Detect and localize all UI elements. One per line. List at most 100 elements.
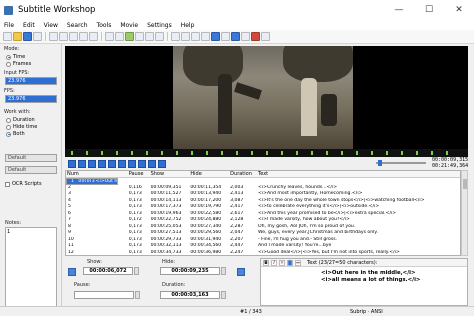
hide-spinner[interactable] bbox=[221, 267, 226, 275]
duration-label: Duration: bbox=[162, 282, 186, 288]
menu-tools[interactable]: Tools bbox=[97, 22, 112, 29]
menu-help[interactable]: Help bbox=[181, 22, 195, 29]
timeline-strip[interactable] bbox=[65, 149, 468, 157]
menu-view[interactable]: View bbox=[44, 22, 58, 29]
text-direction-icon[interactable]: ↔ bbox=[295, 259, 301, 266]
copy-icon[interactable] bbox=[59, 32, 68, 41]
search-icon[interactable] bbox=[105, 32, 114, 41]
column-header[interactable]: Num bbox=[66, 171, 128, 177]
italic-icon[interactable]: I bbox=[271, 259, 277, 266]
show-spinner[interactable] bbox=[134, 267, 139, 275]
hide-time-field[interactable]: 00:00:09,235 bbox=[160, 267, 220, 275]
set-end-icon[interactable] bbox=[128, 159, 136, 168]
save-as-icon[interactable] bbox=[33, 32, 42, 41]
new-file-icon[interactable] bbox=[3, 32, 12, 41]
menu-movie[interactable]: Movie bbox=[120, 22, 138, 29]
column-header[interactable]: Show bbox=[150, 171, 190, 177]
sort-icon[interactable] bbox=[145, 32, 154, 41]
play-icon[interactable] bbox=[68, 159, 76, 168]
timeline-marker bbox=[266, 151, 268, 155]
translate-icon[interactable] bbox=[191, 32, 200, 41]
style-select-1[interactable]: Default bbox=[5, 154, 57, 162]
pause-label: Pause: bbox=[74, 282, 91, 288]
text-line-1[interactable]: <i>Out here in the middle,</i> bbox=[321, 270, 416, 276]
volume-slider-handle[interactable] bbox=[378, 160, 382, 166]
bold-icon[interactable]: B bbox=[263, 259, 269, 266]
set-start-icon[interactable] bbox=[118, 159, 126, 168]
input-fps-select[interactable]: 23.976 bbox=[5, 77, 57, 85]
format-toolbar: B I ✕ ▇ ↔ Text (23/27=50 characters): bbox=[261, 259, 467, 267]
volume-slider[interactable] bbox=[376, 162, 426, 164]
video-icon[interactable] bbox=[241, 32, 250, 41]
subtitle-counter: #1 / 343 bbox=[240, 309, 262, 315]
split-icon[interactable] bbox=[171, 32, 180, 41]
settings-icon[interactable] bbox=[261, 32, 270, 41]
input-fps-label: Input FPS: bbox=[4, 70, 30, 76]
list-icon[interactable] bbox=[221, 32, 230, 41]
timeline-marker bbox=[146, 151, 148, 155]
fps-select[interactable]: 23.976 bbox=[5, 95, 57, 103]
video-player[interactable] bbox=[65, 46, 468, 149]
minimize-button[interactable]: — bbox=[384, 0, 414, 20]
save-icon[interactable] bbox=[23, 32, 32, 41]
menu-file[interactable]: File bbox=[4, 22, 14, 29]
pause-icon[interactable] bbox=[78, 159, 86, 168]
set-show-icon[interactable] bbox=[68, 268, 76, 276]
set-hide-icon[interactable] bbox=[237, 268, 245, 276]
toolbar-separator bbox=[167, 32, 168, 41]
video-foliage bbox=[283, 46, 353, 82]
cut-icon[interactable] bbox=[49, 32, 58, 41]
stop-icon[interactable] bbox=[88, 159, 96, 168]
join-icon[interactable] bbox=[181, 32, 190, 41]
mode-frames-radio[interactable]: Frames bbox=[6, 61, 31, 67]
replace-icon[interactable] bbox=[115, 32, 124, 41]
duration-field[interactable]: 00:00:03,163 bbox=[160, 291, 220, 299]
time-icon[interactable] bbox=[155, 32, 164, 41]
pause-field[interactable] bbox=[74, 291, 134, 299]
close-button[interactable]: ✕ bbox=[444, 0, 474, 20]
work-hide-time-radio[interactable]: Hide time bbox=[6, 124, 37, 130]
paste-icon[interactable] bbox=[69, 32, 78, 41]
column-header[interactable]: Text bbox=[257, 171, 460, 177]
menu-settings[interactable]: Settings bbox=[147, 22, 172, 29]
scrollbar-thumb[interactable] bbox=[463, 179, 467, 189]
column-header[interactable]: Duration bbox=[229, 171, 257, 177]
work-both-radio[interactable]: Both bbox=[6, 131, 25, 137]
mode-time-label: Time bbox=[13, 54, 26, 60]
forward-icon[interactable] bbox=[108, 159, 116, 168]
mode-time-radio[interactable]: Time bbox=[6, 54, 25, 60]
close-movie-icon[interactable] bbox=[251, 32, 260, 41]
format-icon[interactable] bbox=[201, 32, 210, 41]
timeline-marker bbox=[116, 151, 118, 155]
work-duration-radio[interactable]: Duration bbox=[6, 117, 35, 123]
clear-format-icon[interactable]: ✕ bbox=[279, 259, 285, 266]
rewind-icon[interactable] bbox=[98, 159, 106, 168]
style-select-2[interactable]: Default bbox=[5, 166, 57, 174]
show-time-field[interactable]: 00:00:06,072 bbox=[83, 267, 133, 275]
pause-spinner[interactable] bbox=[135, 291, 140, 299]
notes-textarea[interactable]: 1 bbox=[5, 227, 57, 307]
info-icon[interactable] bbox=[135, 32, 144, 41]
text-pipe-icon[interactable] bbox=[211, 32, 220, 41]
redo-icon[interactable] bbox=[89, 32, 98, 41]
frame-forward-icon[interactable] bbox=[158, 159, 166, 168]
video-figure bbox=[218, 74, 232, 134]
column-header[interactable]: Pause bbox=[128, 171, 150, 177]
frame-back-icon[interactable] bbox=[148, 159, 156, 168]
jump-icon[interactable] bbox=[138, 159, 146, 168]
duration-spinner[interactable] bbox=[221, 291, 226, 299]
maximize-button[interactable]: ☐ bbox=[414, 0, 444, 20]
timeline-marker bbox=[236, 151, 238, 155]
ocr-scripts-checkbox[interactable]: OCR Scripts bbox=[5, 181, 42, 187]
preview-icon[interactable] bbox=[231, 32, 240, 41]
undo-icon[interactable] bbox=[79, 32, 88, 41]
color-icon[interactable]: ▇ bbox=[287, 259, 293, 266]
title-bar: Subtitle Workshop — ☐ ✕ bbox=[0, 0, 474, 20]
column-header[interactable]: Hide bbox=[189, 171, 229, 177]
text-line-2[interactable]: <i>all means a lot of things.</i> bbox=[321, 277, 420, 283]
menu-search[interactable]: Search bbox=[67, 22, 88, 29]
menu-edit[interactable]: Edit bbox=[23, 22, 35, 29]
table-scrollbar[interactable] bbox=[461, 170, 468, 256]
open-folder-icon[interactable] bbox=[13, 32, 22, 41]
spell-check-icon[interactable] bbox=[125, 32, 134, 41]
